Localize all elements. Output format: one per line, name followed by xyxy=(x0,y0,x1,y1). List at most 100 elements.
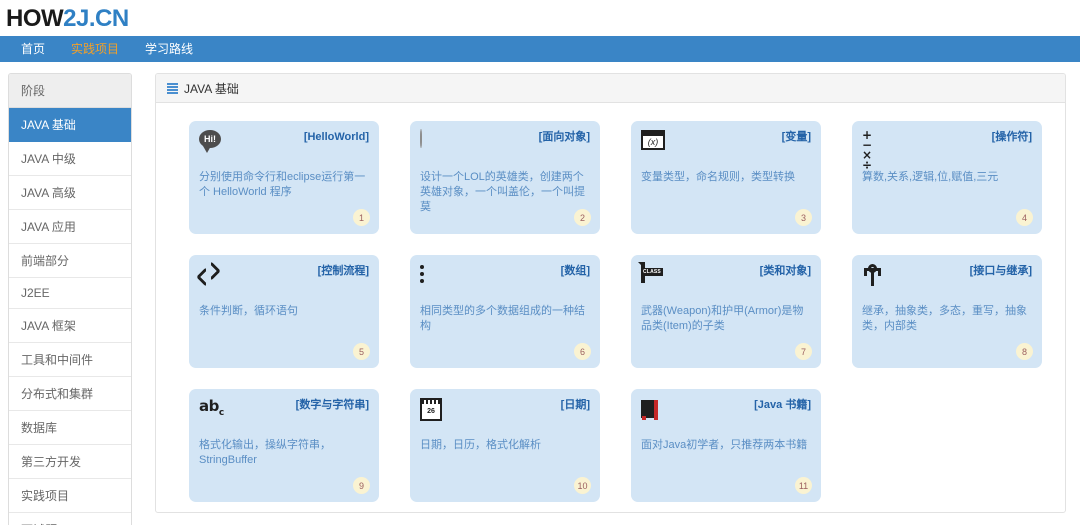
loop-arrows-icon xyxy=(196,261,225,290)
card-number-badge: 9 xyxy=(353,477,370,494)
brand-header: HOW2J.CN xyxy=(0,0,1080,36)
nav-item-projects[interactable]: 实践项目 xyxy=(58,36,132,62)
card-header: Hi! [HelloWorld] xyxy=(199,130,369,161)
sidebar-item-database[interactable]: 数据库 xyxy=(9,411,131,445)
course-card-class-object[interactable]: CLASS [类和对象] 武器(Weapon)和护甲(Armor)是物品类(It… xyxy=(631,255,821,368)
sidebar-item-java-framework[interactable]: JAVA 框架 xyxy=(9,309,131,343)
sidebar-item-thirdparty[interactable]: 第三方开发 xyxy=(9,445,131,479)
speech-bubble-hi-icon: Hi! xyxy=(199,130,225,156)
card-header: [数组] xyxy=(420,264,590,295)
card-title: [数组] xyxy=(560,265,590,277)
stage-list: 阶段 JAVA 基础 JAVA 中级 JAVA 高级 JAVA 应用 前端部分 … xyxy=(8,73,132,525)
card-title: [操作符] xyxy=(991,131,1032,143)
book-icon xyxy=(641,398,667,424)
operators-line-1: + − xyxy=(862,128,874,152)
card-grid: Hi! [HelloWorld] 分别使用命令行和eclipse运行第一个 He… xyxy=(156,103,1065,502)
card-header: (x) [变量] xyxy=(641,130,811,161)
operators-line-2: × ÷ xyxy=(862,148,874,172)
card-description: 条件判断，循环语句 xyxy=(199,305,298,317)
card-number-badge: 8 xyxy=(1016,343,1033,360)
sidebar: 阶段 JAVA 基础 JAVA 中级 JAVA 高级 JAVA 应用 前端部分 … xyxy=(0,62,155,525)
card-header: [控制流程] xyxy=(196,261,369,295)
sidebar-item-frontend[interactable]: 前端部分 xyxy=(9,244,131,278)
card-number-badge: 4 xyxy=(1016,209,1033,226)
panel-header: JAVA 基础 xyxy=(156,74,1065,103)
card-title: [HelloWorld] xyxy=(303,131,369,143)
logo-part-how: HOW xyxy=(6,5,64,32)
card-title: [数字与字符串] xyxy=(295,399,369,411)
sidebar-item-java-basic[interactable]: JAVA 基础 xyxy=(9,108,131,142)
card-description: 算数,关系,逻辑,位,赋值,三元 xyxy=(862,171,999,183)
card-number-badge: 7 xyxy=(795,343,812,360)
class-file-icon: CLASS xyxy=(638,262,667,290)
logo-part-2j: 2J xyxy=(63,5,89,32)
course-card-interface-inherit[interactable]: [接口与继承] 继承，抽象类，多态，重写，抽象类，内部类 8 xyxy=(852,255,1042,368)
course-panel: JAVA 基础 Hi! [HelloWorld] 分别使用命令行和eclipse… xyxy=(155,73,1066,513)
card-header: [面向对象] xyxy=(420,129,590,161)
sidebar-item-interview[interactable]: 面试题 xyxy=(9,513,131,525)
card-title: [Java 书籍] xyxy=(754,399,811,411)
abc-text-icon: abc xyxy=(199,397,224,419)
card-title: [日期] xyxy=(560,399,590,411)
card-title: [接口与继承] xyxy=(969,265,1032,277)
card-description: 继承，抽象类，多态，重写，抽象类，内部类 xyxy=(862,305,1027,332)
card-header: [接口与继承] xyxy=(862,264,1032,295)
sidebar-item-java-app[interactable]: JAVA 应用 xyxy=(9,210,131,244)
interface-usb-icon xyxy=(862,264,888,290)
card-number-badge: 1 xyxy=(353,209,370,226)
main-content: JAVA 基础 Hi! [HelloWorld] 分别使用命令行和eclipse… xyxy=(155,62,1080,525)
card-number-badge: 3 xyxy=(795,209,812,226)
sidebar-item-j2ee[interactable]: J2EE xyxy=(9,278,131,309)
logo-part-cn: CN xyxy=(95,5,129,32)
card-description: 武器(Weapon)和护甲(Armor)是物品类(Item)的子类 xyxy=(641,305,804,332)
variable-window-icon: (x) xyxy=(641,130,667,156)
course-card-number-string[interactable]: abc [数字与字符串] 格式化输出，操纵字符串，StringBuffer 9 xyxy=(189,389,379,502)
sidebar-item-distributed[interactable]: 分布式和集群 xyxy=(9,377,131,411)
list-icon xyxy=(167,82,178,94)
sidebar-item-java-inter[interactable]: JAVA 中级 xyxy=(9,142,131,176)
stage-list-header: 阶段 xyxy=(9,74,131,108)
panel-title: JAVA 基础 xyxy=(184,81,239,96)
calendar-icon: 26 xyxy=(420,398,446,424)
card-description: 变量类型，命名规则，类型转换 xyxy=(641,171,795,183)
course-card-variable[interactable]: (x) [变量] 变量类型，命名规则，类型转换 3 xyxy=(631,121,821,234)
nav-item-roadmap[interactable]: 学习路线 xyxy=(132,36,206,62)
card-header: CLASS [类和对象] xyxy=(638,262,811,295)
sidebar-item-practice[interactable]: 实践项目 xyxy=(9,479,131,513)
card-title: [类和对象] xyxy=(759,265,811,277)
card-description: 设计一个LOL的英雄类，创建两个英雄对象，一个叫盖伦，一个叫提莫 xyxy=(420,171,585,213)
course-card-java-books[interactable]: [Java 书籍] 面对Java初学者，只推荐两本书籍 11 xyxy=(631,389,821,502)
card-number-badge: 6 xyxy=(574,343,591,360)
sidebar-item-java-advanced[interactable]: JAVA 高级 xyxy=(9,176,131,210)
site-logo[interactable]: HOW2J.CN xyxy=(6,4,129,34)
card-number-badge: 10 xyxy=(574,477,591,494)
card-description: 分别使用命令行和eclipse运行第一个 HelloWorld 程序 xyxy=(199,171,366,198)
course-card-date[interactable]: 26 [日期] 日期，日历，格式化解析 10 xyxy=(410,389,600,502)
card-description: 相同类型的多个数据组成的一种结构 xyxy=(420,305,585,332)
card-number-badge: 2 xyxy=(574,209,591,226)
card-header: 26 [日期] xyxy=(420,398,590,429)
card-header: + − × ÷ [操作符] xyxy=(862,128,1032,171)
card-header: abc [数字与字符串] xyxy=(199,398,369,429)
card-number-badge: 11 xyxy=(795,477,812,494)
sidebar-item-tools[interactable]: 工具和中间件 xyxy=(9,343,131,377)
course-card-helloworld[interactable]: Hi! [HelloWorld] 分别使用命令行和eclipse运行第一个 He… xyxy=(189,121,379,234)
gray-circle-icon xyxy=(420,129,446,156)
card-description: 面对Java初学者，只推荐两本书籍 xyxy=(641,439,808,451)
card-description: 日期，日历，格式化解析 xyxy=(420,439,541,451)
bullet-list-icon xyxy=(420,264,446,290)
page-body: 阶段 JAVA 基础 JAVA 中级 JAVA 高级 JAVA 应用 前端部分 … xyxy=(0,62,1080,525)
card-title: [面向对象] xyxy=(538,131,590,143)
card-title: [控制流程] xyxy=(317,265,369,277)
nav-item-home[interactable]: 首页 xyxy=(8,36,58,62)
card-number-badge: 5 xyxy=(353,343,370,360)
course-card-control-flow[interactable]: [控制流程] 条件判断，循环语句 5 xyxy=(189,255,379,368)
card-description: 格式化输出，操纵字符串，StringBuffer xyxy=(199,439,331,466)
card-header: [Java 书籍] xyxy=(641,398,811,429)
course-card-oop[interactable]: [面向对象] 设计一个LOL的英雄类，创建两个英雄对象，一个叫盖伦，一个叫提莫 … xyxy=(410,121,600,234)
card-title: [变量] xyxy=(781,131,811,143)
course-card-array[interactable]: [数组] 相同类型的多个数据组成的一种结构 6 xyxy=(410,255,600,368)
operators-icon: + − × ÷ xyxy=(862,128,888,171)
main-navbar: 首页 实践项目 学习路线 xyxy=(0,36,1080,62)
course-card-operator[interactable]: + − × ÷ [操作符] 算数,关系,逻辑,位,赋值,三元 4 xyxy=(852,121,1042,234)
